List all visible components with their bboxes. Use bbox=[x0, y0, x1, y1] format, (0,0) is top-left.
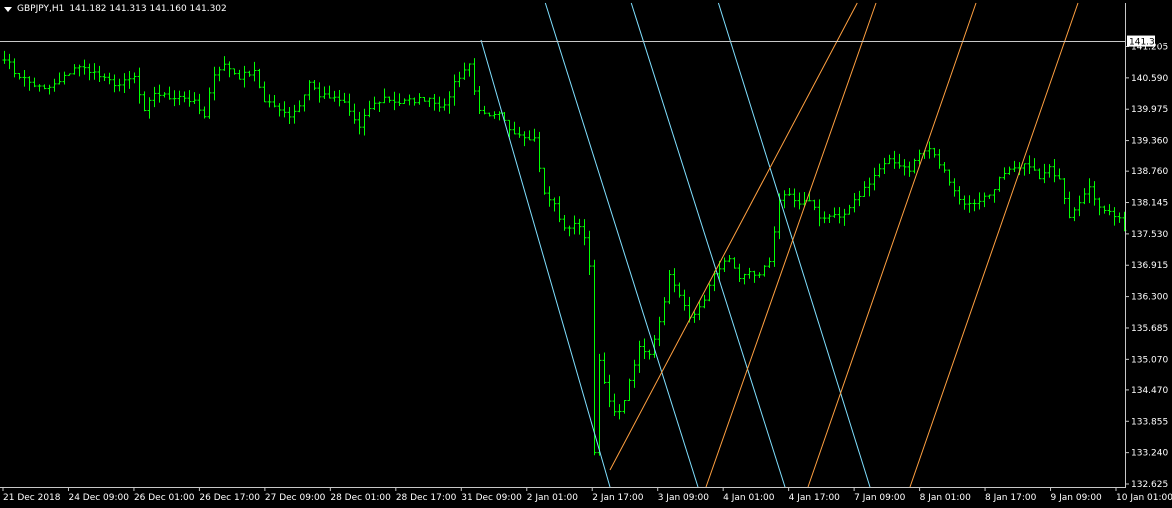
y-tick-label: 138.760 bbox=[1131, 167, 1168, 177]
dropdown-arrow-icon[interactable] bbox=[4, 6, 12, 12]
x-tick-label: 8 Jan 17:00 bbox=[985, 493, 1037, 503]
y-tick-label: 133.240 bbox=[1131, 449, 1168, 459]
x-tick-label: 7 Jan 09:00 bbox=[854, 493, 906, 503]
x-tick-label: 10 Jan 01:00 bbox=[1116, 493, 1172, 503]
x-tick-label: 2 Jan 01:00 bbox=[527, 493, 579, 503]
x-tick-label: 26 Dec 01:00 bbox=[134, 493, 195, 503]
chart-header: GBPJPY,H1 141.182 141.313 141.160 141.30… bbox=[4, 2, 227, 16]
last-price-badge: 141.302 bbox=[1127, 35, 1166, 48]
y-tick-label: 135.685 bbox=[1131, 324, 1168, 334]
y-tick-label: 139.975 bbox=[1131, 105, 1168, 115]
last-price-label: 141.302 bbox=[1129, 38, 1166, 48]
x-tick-label: 8 Jan 01:00 bbox=[920, 493, 972, 503]
price-chart[interactable]: 141.205140.590139.975139.360138.760138.1… bbox=[0, 0, 1172, 508]
x-tick-label: 26 Dec 17:00 bbox=[199, 493, 260, 503]
y-tick-label: 140.590 bbox=[1131, 74, 1168, 84]
y-tick-label: 134.470 bbox=[1131, 386, 1168, 396]
ohlc-values: 141.182 141.313 141.160 141.302 bbox=[69, 4, 227, 14]
y-tick-label: 132.625 bbox=[1131, 480, 1168, 490]
x-tick-label: 31 Dec 09:00 bbox=[461, 493, 522, 503]
x-tick-label: 24 Dec 09:00 bbox=[68, 493, 129, 503]
x-tick-label: 28 Dec 17:00 bbox=[396, 493, 457, 503]
y-tick-label: 135.070 bbox=[1131, 355, 1168, 365]
x-tick-label: 3 Jan 09:00 bbox=[658, 493, 710, 503]
x-tick-label: 2 Jan 17:00 bbox=[592, 493, 644, 503]
x-tick-label: 21 Dec 2018 bbox=[3, 493, 61, 503]
y-tick-label: 136.915 bbox=[1131, 261, 1168, 271]
y-tick-label: 139.360 bbox=[1131, 137, 1168, 147]
y-tick-label: 137.530 bbox=[1131, 230, 1168, 240]
x-tick-label: 28 Dec 01:00 bbox=[330, 493, 391, 503]
price-axis: 141.205140.590139.975139.360138.760138.1… bbox=[1125, 42, 1168, 490]
x-tick-label: 27 Dec 09:00 bbox=[265, 493, 326, 503]
y-tick-label: 133.855 bbox=[1131, 417, 1168, 427]
y-tick-label: 136.300 bbox=[1131, 293, 1168, 303]
x-tick-label: 9 Jan 09:00 bbox=[1051, 493, 1103, 503]
chart-background bbox=[0, 0, 1172, 508]
symbol-label: GBPJPY,H1 bbox=[17, 4, 65, 14]
x-tick-label: 4 Jan 01:00 bbox=[723, 493, 775, 503]
y-tick-label: 138.145 bbox=[1131, 199, 1168, 209]
x-tick-label: 4 Jan 17:00 bbox=[789, 493, 841, 503]
